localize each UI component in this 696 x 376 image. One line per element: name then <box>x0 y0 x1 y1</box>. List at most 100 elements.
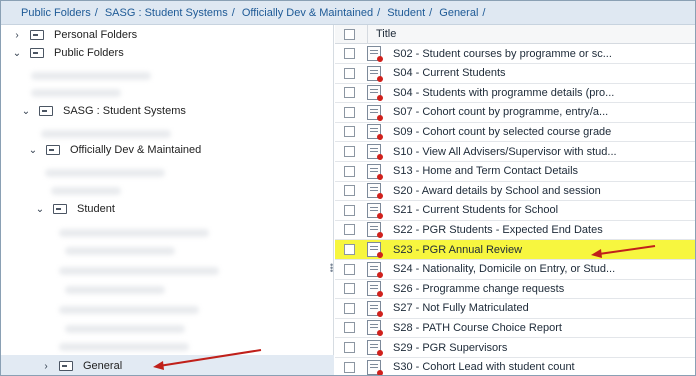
breadcrumb-item-official[interactable]: Officially Dev & Maintained <box>242 7 373 19</box>
folder-icon <box>59 361 73 371</box>
row-checkbox[interactable] <box>344 126 355 138</box>
report-title[interactable]: S21 - Current Students for School <box>393 204 558 216</box>
report-title[interactable]: S22 - PGR Students - Expected End Dates <box>393 224 603 236</box>
pane-splitter-handle[interactable]: • • • <box>330 261 334 276</box>
table-row[interactable]: S04 - Students with programme details (p… <box>335 83 695 104</box>
row-checkbox[interactable] <box>344 106 355 118</box>
table-row[interactable]: S30 - Cohort Lead with student count <box>335 358 695 375</box>
redacted-tree-item <box>65 325 185 333</box>
chevron-down-icon[interactable]: ⌄ <box>12 48 22 59</box>
report-icon <box>367 183 383 200</box>
tree-item-student[interactable]: ⌄ Student <box>1 199 334 219</box>
report-icon <box>367 65 383 82</box>
report-icon <box>367 340 383 356</box>
table-row[interactable]: S10 - View All Advisers/Supervisor with … <box>335 142 695 162</box>
tree-item-sasg[interactable]: ⌄ SASG : Student Systems <box>1 101 334 121</box>
row-checkbox[interactable] <box>344 244 355 255</box>
table-row[interactable]: S13 - Home and Term Contact Details <box>335 162 695 182</box>
redacted-tree-item <box>41 130 171 138</box>
folder-icon <box>30 48 44 58</box>
redacted-tree-item <box>65 247 175 255</box>
report-title[interactable]: S30 - Cohort Lead with student count <box>393 361 575 373</box>
breadcrumb-separator: / <box>377 7 381 19</box>
redacted-tree-item <box>51 187 121 195</box>
row-checkbox[interactable] <box>344 361 355 373</box>
table-row[interactable]: S22 - PGR Students - Expected End Dates <box>335 220 695 241</box>
breadcrumb: Public Folders / SASG : Student Systems / … <box>1 1 695 25</box>
row-checkbox[interactable] <box>344 87 355 99</box>
redacted-tree-item <box>31 89 121 97</box>
app-frame: Public Folders / SASG : Student Systems / … <box>0 0 696 376</box>
table-row[interactable]: S24 - Nationality, Domicile on Entry, or… <box>335 260 695 280</box>
select-all-checkbox[interactable] <box>344 28 355 40</box>
row-checkbox[interactable] <box>344 342 355 353</box>
tree-item-label: General <box>83 360 123 372</box>
redacted-tree-item <box>65 286 165 294</box>
row-checkbox[interactable] <box>344 224 355 236</box>
table-row[interactable]: S02 - Student courses by programme or sc… <box>335 44 695 64</box>
row-checkbox[interactable] <box>344 302 355 314</box>
report-title[interactable]: S23 - PGR Annual Review <box>393 244 522 256</box>
table-row[interactable]: S07 - Cohort count by programme, entry/a… <box>335 103 695 123</box>
row-checkbox[interactable] <box>344 322 355 334</box>
report-title[interactable]: S04 - Current Students <box>393 67 506 79</box>
table-row[interactable]: S27 - Not Fully Matriculated <box>335 299 695 319</box>
row-checkbox[interactable] <box>344 48 355 59</box>
report-title[interactable]: S04 - Students with programme details (p… <box>393 87 614 99</box>
redacted-tree-item <box>59 229 209 237</box>
chevron-down-icon[interactable]: ⌄ <box>21 106 31 117</box>
row-checkbox[interactable] <box>344 283 355 295</box>
report-title[interactable]: S28 - PATH Course Choice Report <box>393 322 562 334</box>
report-title[interactable]: S07 - Cohort count by programme, entry/a… <box>393 106 608 118</box>
table-row[interactable]: S20 - Award details by School and sessio… <box>335 181 695 202</box>
table-row[interactable]: S09 - Cohort count by selected course gr… <box>335 122 695 143</box>
report-title[interactable]: S02 - Student courses by programme or sc… <box>393 48 612 60</box>
redacted-tree-item <box>45 169 165 177</box>
redacted-tree-item <box>59 306 199 314</box>
report-title[interactable]: S29 - PGR Supervisors <box>393 342 507 354</box>
row-checkbox[interactable] <box>344 165 355 177</box>
breadcrumb-item-public-folders[interactable]: Public Folders <box>21 7 91 19</box>
row-checkbox[interactable] <box>344 185 355 197</box>
tree-item-label: Officially Dev & Maintained <box>70 144 202 156</box>
row-checkbox[interactable] <box>344 263 355 275</box>
breadcrumb-item-sasg[interactable]: SASG : Student Systems <box>105 7 228 19</box>
report-title[interactable]: S13 - Home and Term Contact Details <box>393 165 578 177</box>
redacted-tree-item <box>31 72 151 80</box>
table-row[interactable]: S28 - PATH Course Choice Report <box>335 318 695 339</box>
column-header-title[interactable]: Title <box>376 28 396 40</box>
report-icon <box>367 359 383 375</box>
report-title[interactable]: S24 - Nationality, Domicile on Entry, or… <box>393 263 615 275</box>
table-row[interactable]: S26 - Programme change requests <box>335 279 695 300</box>
folder-tree: › Personal Folders ⌄ Public Folders ⌄ SA… <box>1 25 334 375</box>
row-checkbox[interactable] <box>344 146 355 157</box>
table-row[interactable]: S04 - Current Students <box>335 64 695 84</box>
table-row[interactable]: S21 - Current Students for School <box>335 201 695 221</box>
table-row[interactable]: S29 - PGR Supervisors <box>335 338 695 358</box>
row-checkbox[interactable] <box>344 204 355 216</box>
breadcrumb-separator: / <box>482 7 486 19</box>
tree-item-official[interactable]: ⌄ Officially Dev & Maintained <box>1 140 334 160</box>
tree-item-personal-folders[interactable]: › Personal Folders <box>1 25 334 45</box>
report-title[interactable]: S27 - Not Fully Matriculated <box>393 302 529 314</box>
report-title[interactable]: S09 - Cohort count by selected course gr… <box>393 126 611 138</box>
redacted-tree-item <box>59 267 219 275</box>
chevron-right-icon[interactable]: › <box>12 30 22 41</box>
row-checkbox[interactable] <box>344 67 355 79</box>
report-title[interactable]: S26 - Programme change requests <box>393 283 564 295</box>
redacted-tree-item <box>59 343 189 351</box>
report-table: Title S02 - Student courses by programme… <box>335 25 695 375</box>
chevron-right-icon[interactable]: › <box>41 361 51 372</box>
tree-item-general[interactable]: › General <box>1 355 334 375</box>
report-icon <box>367 242 383 258</box>
tree-item-label: Student <box>77 203 115 215</box>
report-title[interactable]: S10 - View All Advisers/Supervisor with … <box>393 146 617 158</box>
breadcrumb-item-student[interactable]: Student <box>387 7 425 19</box>
report-title[interactable]: S20 - Award details by School and sessio… <box>393 185 601 197</box>
tree-item-public-folders[interactable]: ⌄ Public Folders <box>1 43 334 63</box>
chevron-down-icon[interactable]: ⌄ <box>28 145 38 156</box>
table-row[interactable]: S23 - PGR Annual Review <box>335 240 695 260</box>
breadcrumb-item-general[interactable]: General <box>439 7 478 19</box>
report-icon <box>367 46 383 62</box>
chevron-down-icon[interactable]: ⌄ <box>35 204 45 215</box>
